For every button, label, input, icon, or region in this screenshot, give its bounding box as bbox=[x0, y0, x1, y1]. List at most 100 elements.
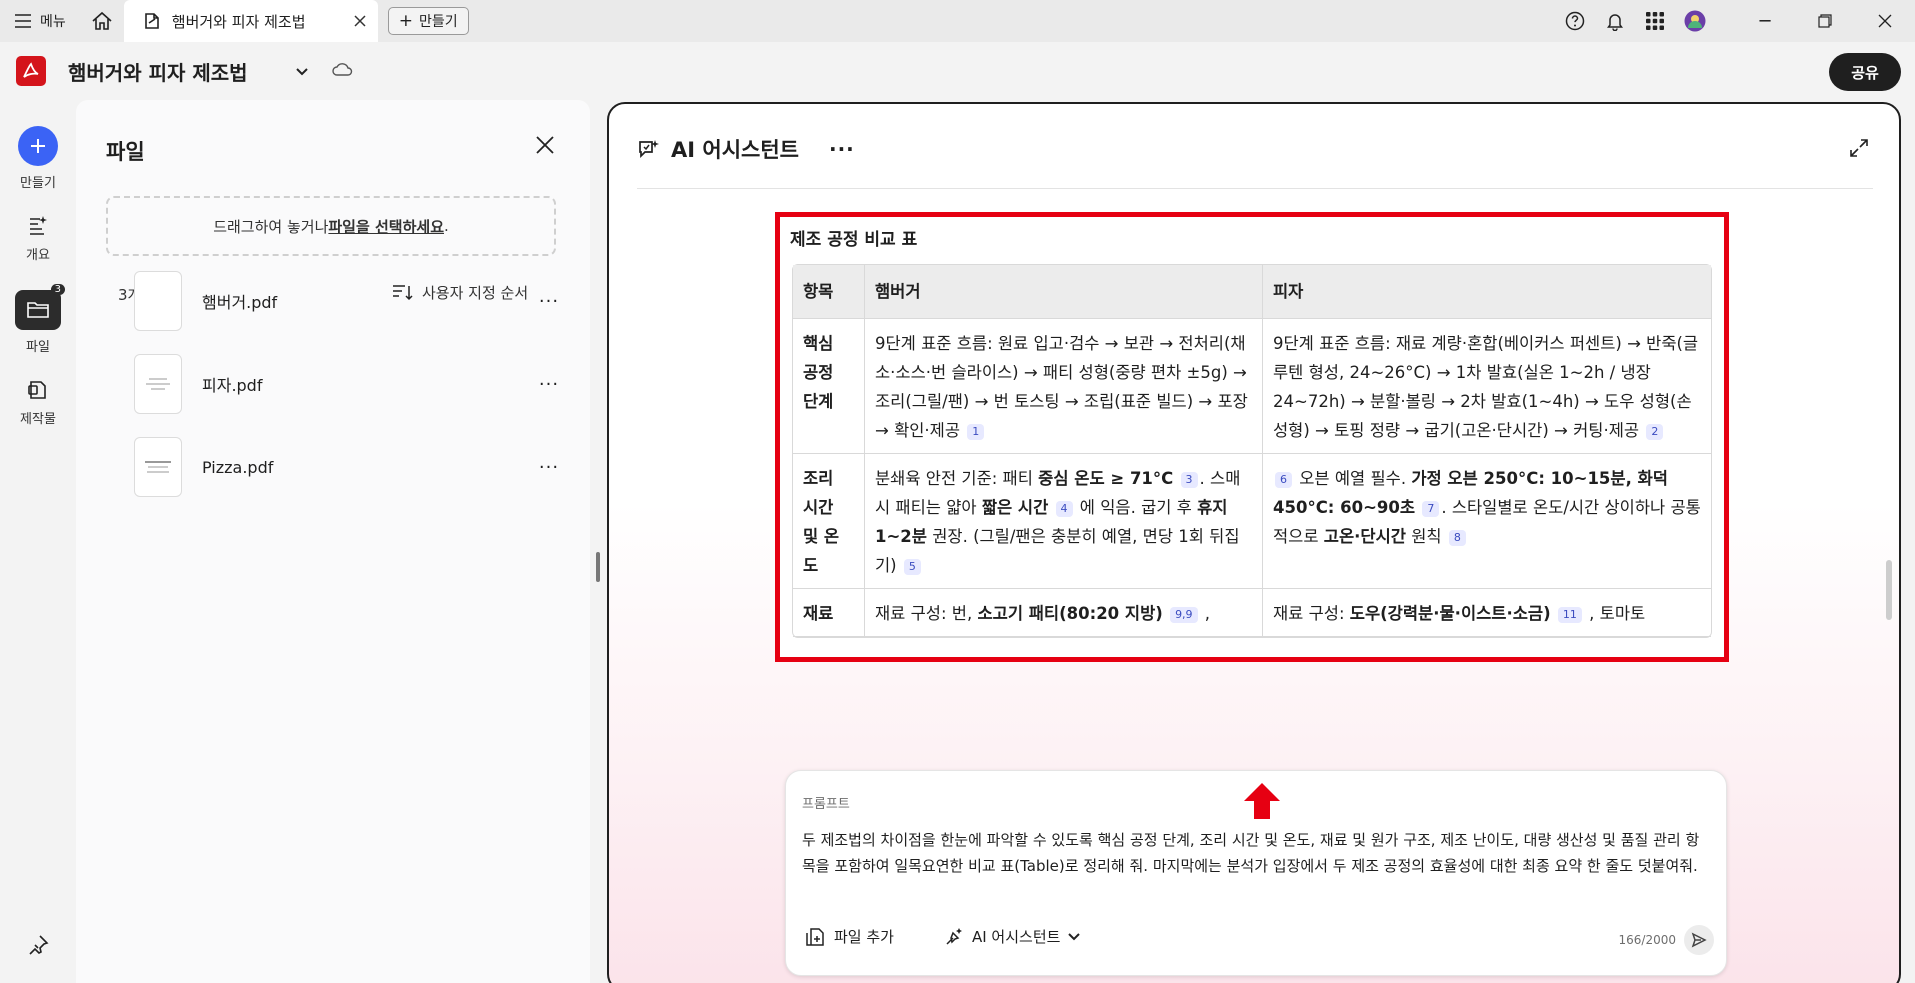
expand-button[interactable] bbox=[1849, 138, 1869, 162]
new-tab-label: 만들기 bbox=[419, 14, 458, 30]
add-file-label: 파일 추가 bbox=[834, 928, 894, 946]
home-icon bbox=[92, 11, 112, 30]
dropzone-suffix: . bbox=[444, 217, 449, 235]
minimize-button[interactable]: ─ bbox=[1735, 0, 1795, 42]
rail-files-label: 파일 bbox=[26, 340, 50, 355]
rail-files[interactable]: 3 파일 bbox=[0, 284, 76, 355]
share-button[interactable]: 공유 bbox=[1829, 53, 1901, 91]
citation-badge[interactable]: 8 bbox=[1448, 529, 1466, 546]
help-button[interactable] bbox=[1555, 0, 1595, 42]
menu-button[interactable]: 메뉴 bbox=[0, 0, 80, 42]
cell-text: , 토마토 bbox=[1583, 604, 1646, 623]
new-tab-button[interactable]: + 만들기 bbox=[387, 7, 469, 35]
rail-overview-label: 개요 bbox=[26, 248, 50, 263]
file-item[interactable]: 햄버거.pdf ··· bbox=[134, 270, 564, 332]
cell-text: 9단계 표준 흐름: 원료 입고·검수 → 보관 → 전처리(채소·소스·번 슬… bbox=[875, 334, 1248, 440]
comparison-table-highlight: 제조 공정 비교 표 항목 햄버거 피자 핵심 공정 단계 9단계 표준 흐름:… bbox=[775, 212, 1729, 662]
citation-badge[interactable]: 7 bbox=[1422, 500, 1440, 517]
cell-text: 권장. (그릴/팬은 충분히 예열, 면당 1회 뒤집기) bbox=[875, 527, 1240, 575]
file-item[interactable]: Pizza.pdf ··· bbox=[134, 436, 564, 498]
file-thumbnail bbox=[134, 437, 182, 497]
close-panel-button[interactable] bbox=[536, 136, 554, 158]
create-plus-icon bbox=[18, 126, 58, 166]
file-dropzone[interactable]: 드래그하여 놓거나 파일을 선택하세요 . bbox=[106, 196, 556, 256]
close-window-button[interactable] bbox=[1855, 0, 1915, 42]
files-badge: 3 bbox=[50, 284, 65, 295]
apps-button[interactable] bbox=[1635, 0, 1675, 42]
document-tab[interactable]: 햄버거와 피자 제조법 bbox=[123, 0, 378, 42]
cell-text: 에 익음. 굽기 후 bbox=[1074, 498, 1198, 517]
prompt-input[interactable]: 두 제조법의 차이점을 한눈에 파악할 수 있도록 핵심 공정 단계, 조리 시… bbox=[802, 827, 1707, 879]
file-item[interactable]: 피자.pdf ··· bbox=[134, 353, 564, 415]
rail-create-label: 만들기 bbox=[20, 176, 56, 191]
citation-badge[interactable]: 2 bbox=[1646, 423, 1664, 440]
avatar-icon bbox=[1684, 10, 1706, 32]
citation-badge[interactable]: 11 bbox=[1557, 606, 1582, 623]
cloud-status[interactable] bbox=[331, 62, 354, 80]
table-row: 재료 재료 구성: 번, 소고기 패티(80:20 지방) 9,9 , 재료 구… bbox=[793, 589, 1711, 637]
rail-overview[interactable]: 개요 bbox=[0, 214, 76, 263]
tab-title: 햄버거와 피자 제조법 bbox=[171, 12, 306, 31]
citation-badge[interactable]: 9,9 bbox=[1170, 606, 1198, 623]
file-more-button[interactable]: ··· bbox=[534, 457, 564, 478]
apps-grid-icon bbox=[1646, 12, 1664, 30]
citation-badge[interactable]: 6 bbox=[1275, 471, 1292, 488]
files-panel: 파일 드래그하여 놓거나 파일을 선택하세요 . 3개 파일 사용자 지정 순서… bbox=[76, 100, 590, 983]
select-file-link[interactable]: 파일을 선택하세요 bbox=[328, 216, 444, 237]
table-title: 제조 공정 비교 표 bbox=[790, 230, 918, 250]
pizza-cell: 9단계 표준 흐름: 재료 계량·혼합(베이커스 퍼센트) → 반죽(글루텐 형… bbox=[1263, 319, 1711, 454]
home-button[interactable] bbox=[80, 0, 124, 42]
chevron-down-icon bbox=[295, 68, 308, 76]
file-thumbnail bbox=[134, 354, 182, 414]
cell-bold: 소고기 패티(80:20 지방) bbox=[977, 604, 1163, 623]
table-header-row: 항목 햄버거 피자 bbox=[793, 265, 1711, 319]
ai-more-button[interactable]: ··· bbox=[829, 137, 855, 161]
send-button[interactable] bbox=[1684, 925, 1714, 955]
overview-icon bbox=[30, 216, 47, 235]
file-name: 햄버거.pdf bbox=[202, 293, 278, 312]
ai-panel-title: AI 어시스턴트 bbox=[671, 138, 799, 162]
bell-icon bbox=[1607, 14, 1623, 31]
file-more-button[interactable]: ··· bbox=[534, 374, 564, 395]
chevron-down-icon bbox=[1068, 932, 1081, 940]
rail-creations[interactable]: 제작물 bbox=[0, 378, 76, 427]
cell-text: 원칙 bbox=[1405, 527, 1442, 546]
menu-label: 메뉴 bbox=[40, 14, 66, 30]
add-file-button[interactable]: 파일 추가 bbox=[806, 926, 894, 947]
file-more-button[interactable]: ··· bbox=[534, 291, 564, 312]
panel-resize-handle[interactable] bbox=[596, 552, 600, 582]
cell-bold: 도우(강력분·물·이스트·소금) bbox=[1349, 604, 1551, 623]
assistant-mode-select[interactable]: AI 어시스턴트 bbox=[944, 926, 1081, 947]
cell-bold: 짧은 시간 bbox=[981, 498, 1049, 517]
burger-cell: 분쇄육 안전 기준: 패티 중심 온도 ≥ 71°C 3. 스매시 패티는 얇아… bbox=[865, 454, 1263, 589]
cell-bold: 450°C: 60~90초 bbox=[1273, 498, 1416, 517]
red-arrow-annotation bbox=[1242, 781, 1282, 825]
restore-button[interactable] bbox=[1795, 0, 1855, 42]
pdf-tab-icon bbox=[144, 13, 159, 29]
row-label: 재료 bbox=[793, 589, 865, 637]
left-rail: 만들기 개요 3 파일 제작물 bbox=[0, 100, 76, 983]
close-tab-icon[interactable] bbox=[354, 15, 366, 27]
title-dropdown[interactable] bbox=[295, 62, 308, 80]
cell-text: 9단계 표준 흐름: 재료 계량·혼합(베이커스 퍼센트) → 반죽(글루텐 형… bbox=[1273, 334, 1699, 440]
profile-button[interactable] bbox=[1675, 0, 1715, 42]
cell-bold: 가정 오븐 bbox=[1411, 469, 1478, 488]
citation-badge[interactable]: 4 bbox=[1055, 500, 1073, 517]
header-divider bbox=[637, 188, 1873, 189]
cell-text: 재료 구성: bbox=[1273, 604, 1350, 623]
rail-tools[interactable] bbox=[0, 934, 76, 956]
prompt-label: 프롬프트 bbox=[802, 797, 850, 812]
close-icon bbox=[536, 136, 554, 154]
burger-cell: 재료 구성: 번, 소고기 패티(80:20 지방) 9,9 , bbox=[865, 589, 1263, 637]
scrollbar-thumb[interactable] bbox=[1886, 560, 1892, 620]
send-icon bbox=[1691, 932, 1707, 948]
rail-create[interactable]: 만들기 bbox=[0, 126, 76, 191]
citation-badge[interactable]: 1 bbox=[967, 423, 985, 440]
tools-pin-icon bbox=[29, 935, 49, 955]
notifications-button[interactable] bbox=[1595, 0, 1635, 42]
title-bar: 메뉴 햄버거와 피자 제조법 + 만들기 ─ bbox=[0, 0, 1915, 42]
sparkle-pin-icon bbox=[946, 927, 962, 945]
citation-badge[interactable]: 5 bbox=[903, 558, 921, 575]
citation-badge[interactable]: 3 bbox=[1180, 471, 1198, 488]
header-cell-item: 항목 bbox=[793, 265, 865, 319]
